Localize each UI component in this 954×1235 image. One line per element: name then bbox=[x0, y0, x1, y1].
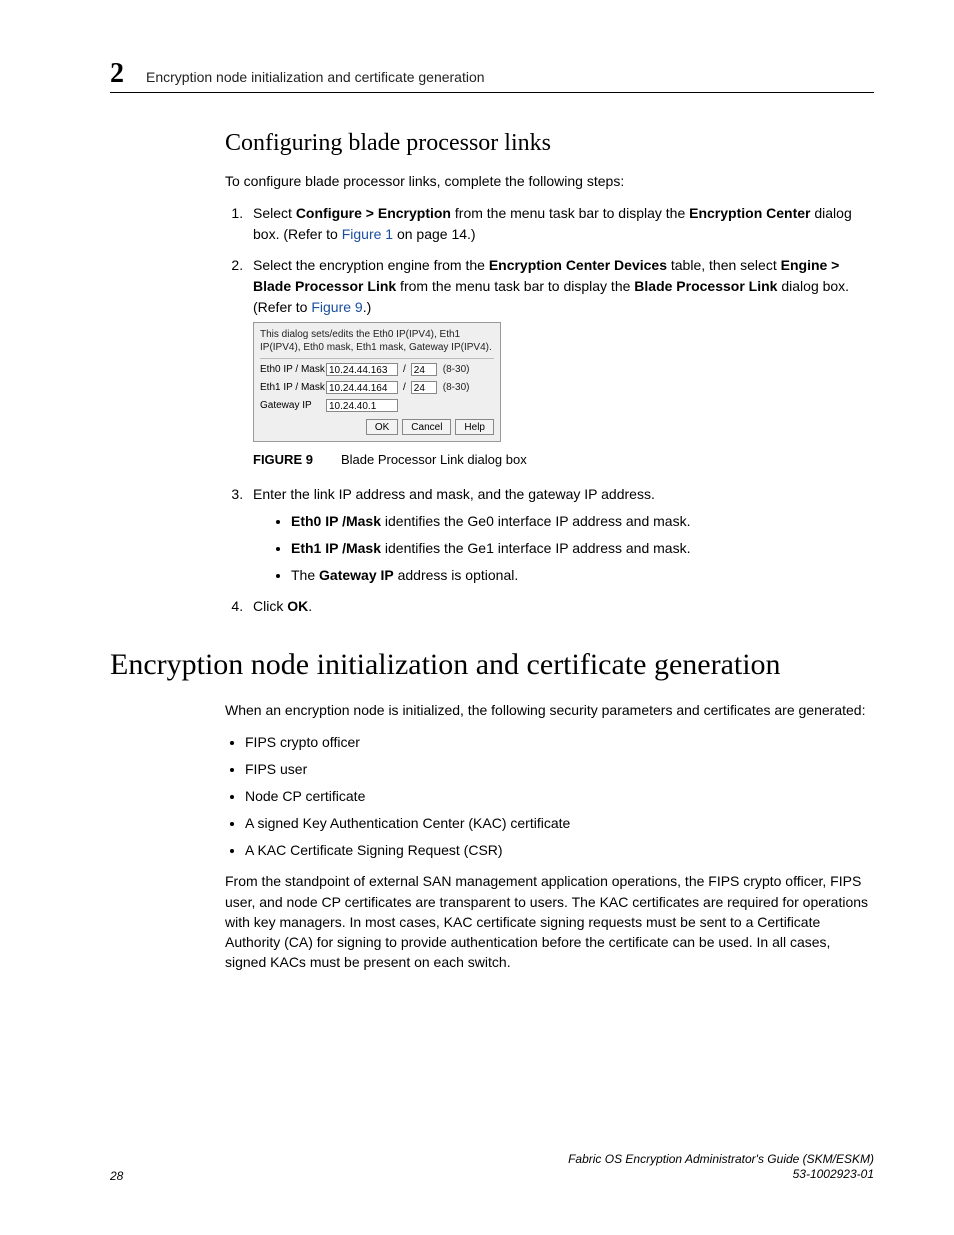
term: Eth0 IP /Mask bbox=[291, 513, 381, 529]
bullet-fips-officer: FIPS crypto officer bbox=[245, 732, 874, 753]
slash: / bbox=[402, 362, 407, 377]
bullet-eth0: Eth0 IP /Mask identifies the Ge0 interfa… bbox=[291, 511, 874, 532]
bullet-kac-cert: A signed Key Authentication Center (KAC)… bbox=[245, 813, 874, 834]
eth0-ip-input[interactable]: 10.24.44.163 bbox=[326, 363, 398, 376]
body-col: Configuring blade processor links To con… bbox=[225, 130, 874, 629]
table-name: Encryption Center Devices bbox=[489, 257, 667, 273]
running-title: Encryption node initialization and certi… bbox=[146, 69, 485, 85]
text: Select the encryption engine from the bbox=[253, 257, 489, 273]
help-button[interactable]: Help bbox=[455, 419, 494, 435]
term: Eth1 IP /Mask bbox=[291, 540, 381, 556]
text: The bbox=[291, 567, 319, 583]
eth1-label: Eth1 IP / Mask bbox=[260, 380, 322, 395]
pub-title: Fabric OS Encryption Administrator's Gui… bbox=[568, 1152, 874, 1166]
text: .) bbox=[363, 299, 372, 315]
figure-label: FIGURE 9 bbox=[253, 452, 313, 467]
section2-para2: From the standpoint of external SAN mana… bbox=[225, 871, 874, 972]
figure-caption: FIGURE 9 Blade Processor Link dialog box bbox=[253, 450, 874, 470]
text: Enter the link IP address and mask, and … bbox=[253, 486, 655, 502]
dialog-buttons: OK Cancel Help bbox=[260, 419, 494, 435]
section2-intro: When an encryption node is initialized, … bbox=[225, 700, 874, 720]
slash: / bbox=[402, 380, 407, 395]
text: table, then select bbox=[667, 257, 781, 273]
mask-range: (8-30) bbox=[443, 362, 470, 377]
header-rule bbox=[110, 92, 874, 93]
eth1-ip-input[interactable]: 10.24.44.164 bbox=[326, 381, 398, 394]
bullet-node-cp: Node CP certificate bbox=[245, 786, 874, 807]
text: from the menu task bar to display the bbox=[396, 278, 634, 294]
blade-processor-link-dialog: This dialog sets/edits the Eth0 IP(IPV4)… bbox=[253, 322, 501, 442]
step-2: Select the encryption engine from the En… bbox=[247, 255, 874, 470]
step-3: Enter the link IP address and mask, and … bbox=[247, 484, 874, 586]
eth0-mask-input[interactable]: 24 bbox=[411, 363, 437, 376]
mask-range: (8-30) bbox=[443, 380, 470, 395]
row-eth1: Eth1 IP / Mask 10.24.44.164 / 24 (8-30) bbox=[260, 380, 494, 395]
text: identifies the Ge1 interface IP address … bbox=[381, 540, 690, 556]
chapter-number: 2 bbox=[110, 58, 124, 90]
bullet-eth1: Eth1 IP /Mask identifies the Ge1 interfa… bbox=[291, 538, 874, 559]
section1-intro: To configure blade processor links, comp… bbox=[225, 171, 874, 191]
xref-figure-1[interactable]: Figure 1 bbox=[342, 226, 393, 242]
gateway-ip-input[interactable]: 10.24.40.1 bbox=[326, 399, 398, 412]
gateway-label: Gateway IP bbox=[260, 398, 322, 413]
h1-encryption-node-init: Encryption node initialization and certi… bbox=[110, 648, 874, 682]
figure-title: Blade Processor Link dialog box bbox=[341, 452, 527, 467]
step3-bullets: Eth0 IP /Mask identifies the Ge0 interfa… bbox=[253, 511, 874, 586]
text: identifies the Ge0 interface IP address … bbox=[381, 513, 690, 529]
text: . bbox=[308, 598, 312, 614]
ok-button[interactable]: OK bbox=[366, 419, 398, 435]
button-name: OK bbox=[287, 598, 308, 614]
eth0-label: Eth0 IP / Mask bbox=[260, 362, 322, 377]
text: address is optional. bbox=[394, 567, 519, 583]
term: Gateway IP bbox=[319, 567, 394, 583]
steps-list: Select Configure > Encryption from the m… bbox=[225, 203, 874, 617]
text: Click bbox=[253, 598, 287, 614]
publication-info: Fabric OS Encryption Administrator's Gui… bbox=[568, 1152, 874, 1183]
bullet-fips-user: FIPS user bbox=[245, 759, 874, 780]
page-number: 28 bbox=[110, 1169, 123, 1183]
xref-figure-9[interactable]: Figure 9 bbox=[311, 299, 362, 315]
bullet-gateway: The Gateway IP address is optional. bbox=[291, 565, 874, 586]
dialog-name: Blade Processor Link bbox=[634, 278, 777, 294]
dialog-description: This dialog sets/edits the Eth0 IP(IPV4)… bbox=[260, 329, 494, 354]
dialog-name: Encryption Center bbox=[689, 205, 810, 221]
section-heading-configuring: Configuring blade processor links bbox=[225, 130, 874, 157]
body-col-2: When an encryption node is initialized, … bbox=[225, 700, 874, 985]
step-1: Select Configure > Encryption from the m… bbox=[247, 203, 874, 245]
pub-id: 53-1002923-01 bbox=[793, 1167, 874, 1181]
text: from the menu task bar to display the bbox=[451, 205, 689, 221]
text: Select bbox=[253, 205, 296, 221]
text: on page 14.) bbox=[393, 226, 476, 242]
step-4: Click OK. bbox=[247, 596, 874, 617]
page-footer: 28 Fabric OS Encryption Administrator's … bbox=[110, 1152, 874, 1183]
running-header: 2 Encryption node initialization and cer… bbox=[110, 58, 874, 90]
eth1-mask-input[interactable]: 24 bbox=[411, 381, 437, 394]
bullet-kac-csr: A KAC Certificate Signing Request (CSR) bbox=[245, 840, 874, 861]
row-gateway: Gateway IP 10.24.40.1 bbox=[260, 398, 494, 413]
row-eth0: Eth0 IP / Mask 10.24.44.163 / 24 (8-30) bbox=[260, 362, 494, 377]
cancel-button[interactable]: Cancel bbox=[402, 419, 451, 435]
menu-path: Configure > Encryption bbox=[296, 205, 451, 221]
section2-bullets: FIPS crypto officer FIPS user Node CP ce… bbox=[225, 732, 874, 861]
